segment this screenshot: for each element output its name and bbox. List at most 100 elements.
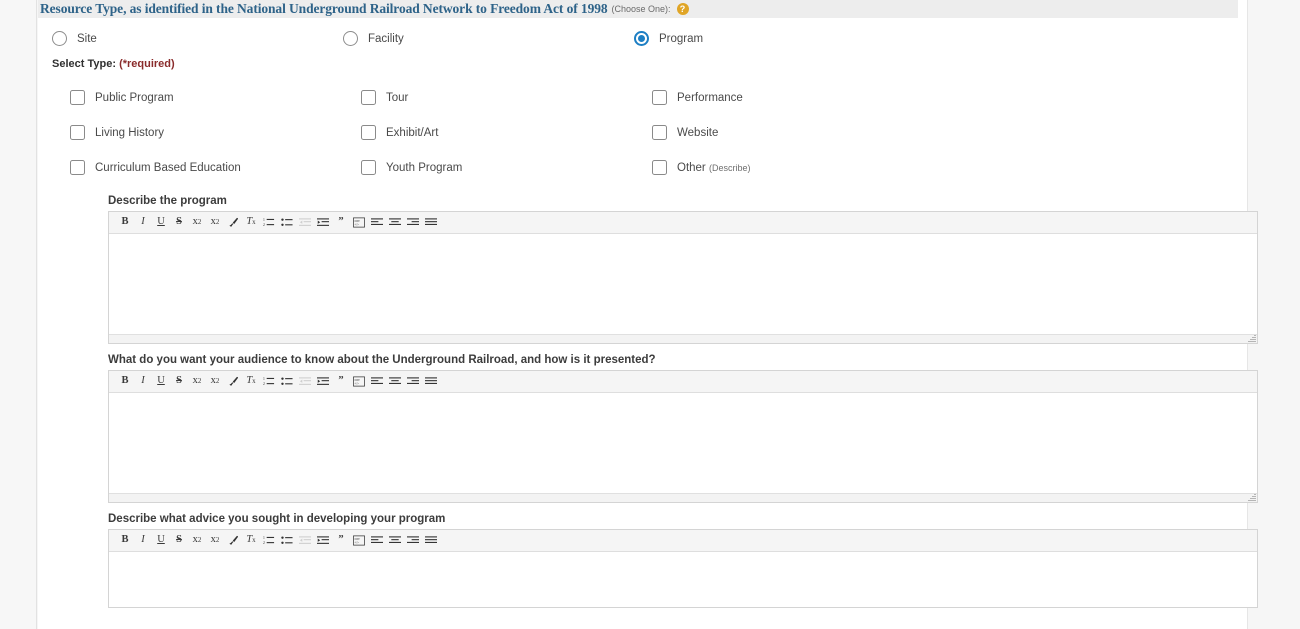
section-header: Resource Type, as identified in the Nati… [38,0,1238,18]
source-code-icon[interactable]: DIV </> [350,532,368,550]
editor-textarea-audience-knowledge[interactable] [109,393,1257,493]
svg-text:2: 2 [263,382,265,386]
svg-text:2: 2 [263,541,265,545]
checkbox-public-program[interactable]: Public Program [70,90,361,105]
align-center-icon[interactable] [386,532,404,550]
rich-text-editor-describe-program: B I U S x2 x2 Tx 12 ” DIV </> [108,211,1258,344]
checkbox-label-performance: Performance [677,91,743,104]
blockquote-icon[interactable]: ” [332,532,350,550]
checkbox-mark-tour[interactable] [361,90,376,105]
checkbox-mark-living-history[interactable] [70,125,85,140]
bold-icon[interactable]: B [116,532,134,550]
bold-icon[interactable]: B [116,373,134,391]
editor-textarea-advice-sought[interactable] [109,552,1257,607]
italic-icon[interactable]: I [134,373,152,391]
decrease-indent-icon [296,214,314,232]
radio-facility[interactable]: Facility [343,31,634,46]
checkbox-youth-program[interactable]: Youth Program [361,160,652,175]
remove-formatting-icon[interactable]: Tx [242,532,260,550]
align-left-icon[interactable] [368,214,386,232]
remove-format-brush-icon[interactable] [224,214,242,232]
bulleted-list-icon[interactable] [278,214,296,232]
underline-icon[interactable]: U [152,532,170,550]
checkbox-mark-website[interactable] [652,125,667,140]
italic-icon[interactable]: I [134,532,152,550]
bulleted-list-icon[interactable] [278,373,296,391]
checkbox-exhibit-art[interactable]: Exhibit/Art [361,125,652,140]
rich-text-editor-advice-sought: B I U S x2 x2 Tx 12 ” DIV </> [108,529,1258,608]
field-label-advice-sought: Describe what advice you sought in devel… [108,513,446,525]
remove-format-brush-icon[interactable] [224,373,242,391]
superscript-icon[interactable]: x2 [206,214,224,232]
checkbox-label-public-program: Public Program [95,91,174,104]
radio-program[interactable]: Program [634,31,925,46]
radio-mark-facility[interactable] [343,31,358,46]
subscript-icon[interactable]: x2 [188,373,206,391]
help-question-icon[interactable]: ? [676,3,689,15]
align-justify-icon[interactable] [422,532,440,550]
source-code-icon[interactable]: DIV </> [350,214,368,232]
align-justify-icon[interactable] [422,214,440,232]
checkbox-tour[interactable]: Tour [361,90,652,105]
strikethrough-icon[interactable]: S [170,214,188,232]
numbered-list-icon[interactable]: 12 [260,532,278,550]
checkbox-mark-performance[interactable] [652,90,667,105]
bold-icon[interactable]: B [116,214,134,232]
increase-indent-icon[interactable] [314,373,332,391]
underline-icon[interactable]: U [152,373,170,391]
editor-toolbar: B I U S x2 x2 Tx 12 ” DIV </> [109,530,1257,552]
remove-formatting-icon[interactable]: Tx [242,214,260,232]
radio-label-program: Program [659,32,704,45]
resize-grip-icon[interactable] [1247,493,1256,502]
checkbox-mark-youth-program[interactable] [361,160,376,175]
numbered-list-icon[interactable]: 12 [260,373,278,391]
editor-toolbar: B I U S x2 x2 Tx 12 ” DIV </> [109,212,1257,234]
superscript-icon[interactable]: x2 [206,373,224,391]
subscript-icon[interactable]: x2 [188,532,206,550]
checkbox-mark-other[interactable] [652,160,667,175]
align-left-icon[interactable] [368,532,386,550]
strikethrough-icon[interactable]: S [170,373,188,391]
radio-mark-site[interactable] [52,31,67,46]
checkbox-mark-curriculum-based-education[interactable] [70,160,85,175]
checkbox-mark-exhibit-art[interactable] [361,125,376,140]
checkbox-curriculum-based-education[interactable]: Curriculum Based Education [70,160,361,175]
radio-mark-program[interactable] [634,31,649,46]
checkbox-website[interactable]: Website [652,125,943,140]
align-center-icon[interactable] [386,373,404,391]
remove-format-brush-icon[interactable] [224,532,242,550]
section-title: Resource Type, as identified in the Nati… [40,1,608,16]
align-right-icon[interactable] [404,532,422,550]
checkbox-other[interactable]: Other (Describe) [652,160,943,175]
align-right-icon[interactable] [404,373,422,391]
checkbox-label-other: Other (Describe) [677,162,750,174]
checkbox-living-history[interactable]: Living History [70,125,361,140]
increase-indent-icon[interactable] [314,214,332,232]
checkbox-mark-public-program[interactable] [70,90,85,105]
source-code-icon[interactable]: DIV </> [350,373,368,391]
underline-icon[interactable]: U [152,214,170,232]
remove-formatting-icon[interactable]: Tx [242,373,260,391]
numbered-list-icon[interactable]: 12 [260,214,278,232]
editor-statusbar [109,334,1257,343]
checkbox-performance[interactable]: Performance [652,90,943,105]
align-justify-icon[interactable] [422,373,440,391]
bulleted-list-icon[interactable] [278,532,296,550]
italic-icon[interactable]: I [134,214,152,232]
resize-grip-icon[interactable] [1247,334,1256,343]
radio-site[interactable]: Site [52,31,343,46]
editor-statusbar [109,493,1257,502]
section-choose-one-note: (Choose One): [611,4,671,14]
align-center-icon[interactable] [386,214,404,232]
strikethrough-icon[interactable]: S [170,532,188,550]
align-right-icon[interactable] [404,214,422,232]
blockquote-icon[interactable]: ” [332,214,350,232]
superscript-icon[interactable]: x2 [206,532,224,550]
editor-textarea-describe-program[interactable] [109,234,1257,334]
align-left-icon[interactable] [368,373,386,391]
increase-indent-icon[interactable] [314,532,332,550]
page-root: Resource Type, as identified in the Nati… [0,0,1300,629]
checkbox-row: Curriculum Based Education Youth Program… [70,150,1247,185]
subscript-icon[interactable]: x2 [188,214,206,232]
blockquote-icon[interactable]: ” [332,373,350,391]
